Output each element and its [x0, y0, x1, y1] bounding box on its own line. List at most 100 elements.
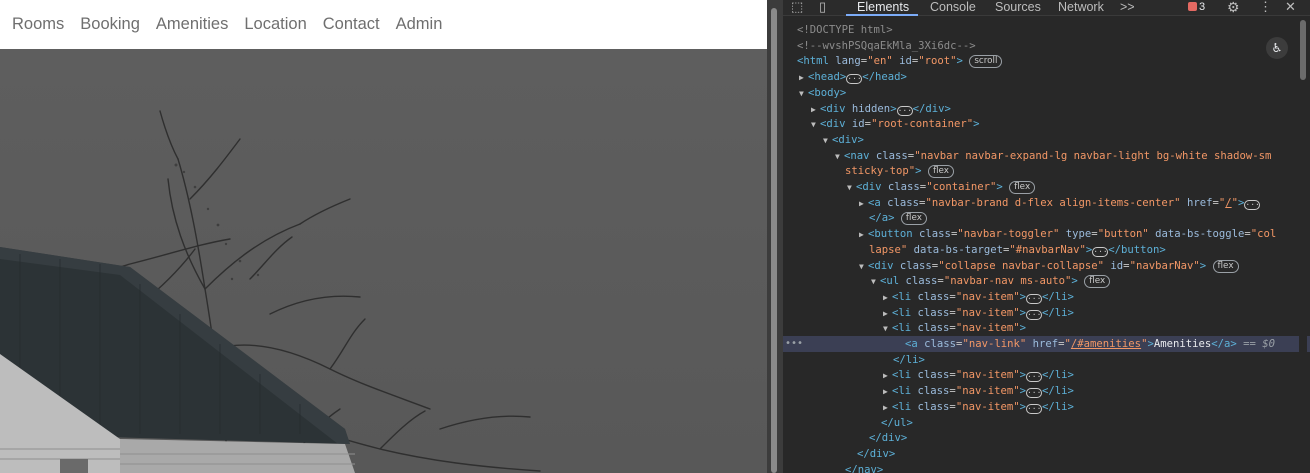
close-icon[interactable]: ✕ [1285, 0, 1296, 15]
dom-node-markup: <!DOCTYPE html> [797, 24, 893, 36]
dom-tree-row[interactable]: ▶ <a class="navbar-brand d-flex align-ite… [783, 195, 1310, 211]
dom-tree-row[interactable]: <!--wvshPSQqaEkMla_3Xi6dc--> [783, 38, 1310, 54]
dom-node-markup: sticky-top"> flex [845, 165, 954, 178]
dom-node-markup: </nav> [845, 464, 884, 473]
dom-tree-row[interactable]: ▶ <li class="nav-item">···</li> [783, 305, 1310, 321]
dom-tree-row[interactable]: ▼ <nav class="navbar navbar-expand-lg nav… [783, 148, 1310, 164]
dom-tree-row[interactable]: ▶ <li class="nav-item">···</li> [783, 399, 1310, 415]
dom-tree-row[interactable]: ▶ <li class="nav-item">···</li> [783, 289, 1310, 305]
issues-count: 3 [1199, 1, 1206, 13]
gear-icon[interactable]: ⚙ [1227, 0, 1240, 15]
dom-tree-row[interactable]: </a> flex [783, 210, 1310, 226]
dom-tree-row[interactable]: </ul> [783, 415, 1310, 431]
kebab-menu-icon[interactable]: ⋮ [1259, 0, 1272, 15]
dom-tree-row[interactable]: ▼ <div> [783, 132, 1310, 148]
dom-node-markup: <div> [832, 134, 864, 146]
nav-link-contact[interactable]: Contact [323, 15, 380, 34]
dom-node-markup: lapse" data-bs-target="#navbarNav">···</… [869, 244, 1166, 257]
devtools-splitter[interactable] [767, 0, 783, 473]
tab-elements[interactable]: Elements [857, 0, 909, 15]
dom-tree-row[interactable]: </nav> [783, 462, 1310, 473]
dom-node-markup: <li class="nav-item">···</li> [892, 307, 1074, 320]
dom-tree-row[interactable]: sticky-top"> flex [783, 163, 1310, 179]
hero-image [0, 49, 767, 473]
dom-node-markup: <div class="collapse navbar-collapse" id… [868, 260, 1239, 273]
dom-node-markup: <div class="container"> flex [856, 181, 1036, 194]
dom-tree-row[interactable]: <!DOCTYPE html> [783, 22, 1310, 38]
site-navbar: Rooms Booking Amenities Location Contact… [0, 0, 767, 49]
collapse-triangle-icon[interactable]: ▼ [799, 86, 808, 102]
page-viewport: Rooms Booking Amenities Location Contact… [0, 0, 767, 473]
expand-triangle-icon[interactable]: ▶ [883, 384, 892, 400]
dom-node-markup: <li class="nav-item"> [892, 322, 1026, 334]
nav-link-admin[interactable]: Admin [396, 15, 443, 34]
dom-tree-row[interactable]: ▼ <div id="root-container"> [783, 116, 1310, 132]
dom-node-markup: <a class="nav-link" href="/#amenities">A… [905, 338, 1276, 350]
dom-node-markup: <li class="nav-item">···</li> [892, 401, 1074, 414]
tab-network[interactable]: Network [1058, 0, 1104, 15]
issues-icon[interactable] [1188, 2, 1197, 11]
dom-tree-row[interactable]: ▼ <div class="container"> flex [783, 179, 1310, 195]
dom-node-markup: </ul> [881, 417, 913, 429]
dom-tree-row[interactable]: <html lang="en" id="root"> scroll [783, 53, 1310, 69]
dom-tree-row[interactable]: ▶ <head>···</head> [783, 69, 1310, 85]
expand-triangle-icon[interactable]: ▶ [883, 368, 892, 384]
selected-dom-node[interactable]: ••• <a class="nav-link" href="/#amenities… [783, 336, 1310, 352]
dom-node-markup: <nav class="navbar navbar-expand-lg navb… [844, 150, 1272, 162]
dom-tree-row[interactable]: ▶ <button class="navbar-toggler" type="bu… [783, 226, 1310, 242]
dom-tree-row[interactable]: </div> [783, 430, 1310, 446]
dom-tree-row[interactable]: lapse" data-bs-target="#navbarNav">···</… [783, 242, 1310, 258]
dom-tree-row[interactable]: ▶ <li class="nav-item">···</li> [783, 383, 1310, 399]
dom-tree-row[interactable]: ▼ <body> [783, 85, 1310, 101]
collapse-triangle-icon[interactable]: ▼ [823, 133, 832, 149]
expand-triangle-icon[interactable]: ▶ [883, 400, 892, 416]
collapse-triangle-icon[interactable]: ▼ [847, 180, 856, 196]
scrollbar-thumb[interactable] [1300, 20, 1306, 80]
expand-triangle-icon[interactable]: ▶ [883, 290, 892, 306]
dom-node-markup: <div hidden>···</div> [820, 103, 951, 116]
device-toggle-icon[interactable]: ▯ [819, 0, 826, 15]
dom-node-markup: <html lang="en" id="root"> scroll [797, 55, 1003, 68]
dom-node-markup: </div> [857, 448, 896, 460]
house-and-branches-illustration [0, 49, 767, 473]
dom-node-markup: </li> [893, 354, 925, 366]
dom-node-markup: <head>···</head> [808, 71, 907, 84]
dom-node-markup: </a> flex [869, 212, 927, 225]
nav-link-booking[interactable]: Booking [80, 15, 140, 34]
dom-node-markup: <a class="navbar-brand d-flex align-item… [868, 197, 1261, 210]
dom-tree-row[interactable]: ▼ <li class="nav-item"> [783, 320, 1310, 336]
nav-link-amenities[interactable]: Amenities [156, 15, 228, 34]
tab-sources[interactable]: Sources [995, 0, 1041, 15]
dom-node-markup: <li class="nav-item">···</li> [892, 369, 1074, 382]
dom-tree-row[interactable]: </li> [783, 352, 1310, 368]
expand-triangle-icon[interactable]: ▶ [799, 70, 808, 86]
dom-node-markup: <!--wvshPSQqaEkMla_3Xi6dc--> [797, 40, 976, 52]
dom-tree-row[interactable]: </div> [783, 446, 1310, 462]
expand-triangle-icon[interactable]: ▶ [859, 227, 868, 243]
dom-tree-row[interactable]: ▶ <div hidden>···</div> [783, 101, 1310, 117]
inspect-icon[interactable]: ⬚ [791, 0, 803, 15]
dom-tree-row[interactable]: ▶ <li class="nav-item">···</li> [783, 367, 1310, 383]
collapse-triangle-icon[interactable]: ▼ [871, 274, 880, 290]
elements-scrollbar[interactable] [1299, 18, 1307, 473]
more-tabs-chevron-icon[interactable]: >> [1120, 0, 1135, 15]
nav-link-rooms[interactable]: Rooms [12, 15, 64, 34]
tab-console[interactable]: Console [930, 0, 976, 15]
dom-node-markup: <li class="nav-item">···</li> [892, 385, 1074, 398]
dom-node-markup: <ul class="navbar-nav ms-auto"> flex [880, 275, 1111, 288]
dom-tree-row[interactable]: ▼ <div class="collapse navbar-collapse" i… [783, 258, 1310, 274]
dom-node-markup: <body> [808, 87, 847, 99]
devtools-toolbar: ⬚ ▯ Elements Console Sources Network >> … [783, 0, 1310, 16]
node-actions-icon[interactable]: ••• [785, 336, 803, 352]
devtools-panel: ⬚ ▯ Elements Console Sources Network >> … [783, 0, 1310, 473]
dom-node-markup: <li class="nav-item">···</li> [892, 291, 1074, 304]
dom-node-markup: <button class="navbar-toggler" type="but… [868, 228, 1277, 240]
splitter-handle[interactable] [771, 8, 777, 473]
dom-tree-row[interactable]: ▼ <ul class="navbar-nav ms-auto"> flex [783, 273, 1310, 289]
accessibility-icon[interactable]: ♿ [1266, 37, 1288, 59]
collapse-triangle-icon[interactable]: ▼ [811, 117, 820, 133]
collapse-triangle-icon[interactable]: ▼ [883, 321, 892, 337]
dom-node-markup: <div id="root-container"> [820, 118, 980, 130]
nav-link-location[interactable]: Location [244, 15, 306, 34]
active-tab-indicator [846, 14, 918, 16]
